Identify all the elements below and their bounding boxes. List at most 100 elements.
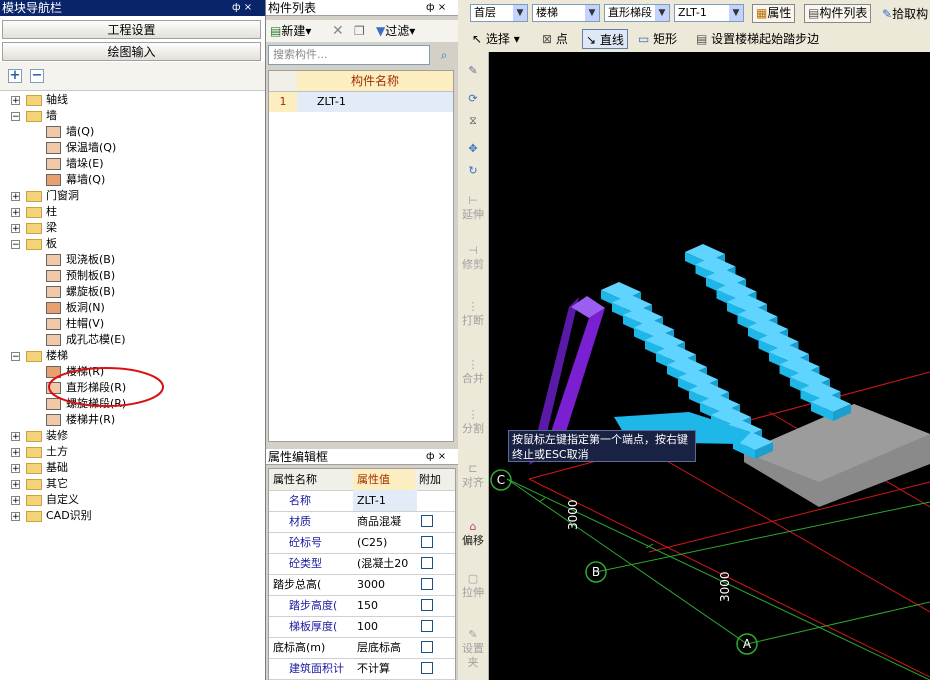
expand-icon[interactable]: + bbox=[11, 496, 20, 506]
drawing-input-button[interactable]: 绘图输入 bbox=[2, 42, 261, 61]
extra-checkbox[interactable] bbox=[421, 515, 433, 527]
tree-item[interactable]: 螺旋板(B) bbox=[0, 284, 265, 300]
tree-item[interactable]: + 基础 bbox=[0, 460, 265, 476]
property-row[interactable]: 底标高(m) 层底标高 bbox=[269, 637, 455, 659]
copy-icon[interactable]: ❐ bbox=[354, 21, 365, 41]
type-select[interactable]: 直形梯段 ▼ bbox=[604, 4, 670, 22]
tree-item[interactable]: 保温墙(Q) bbox=[0, 140, 265, 156]
set-grip-tool[interactable]: ✎ 设置夹 bbox=[458, 628, 488, 670]
tree-item[interactable]: 成孔芯模(E) bbox=[0, 332, 265, 348]
offset-tool[interactable]: ⌂ 偏移 bbox=[458, 520, 488, 548]
collapse-icon[interactable]: − bbox=[11, 240, 20, 250]
expand-icon[interactable]: + bbox=[11, 512, 20, 522]
tree-item[interactable]: + 装修 bbox=[0, 428, 265, 444]
pin-close-icon[interactable]: ф × bbox=[426, 449, 446, 465]
property-value[interactable]: 150 bbox=[353, 595, 417, 616]
tree-item[interactable]: + 其它 bbox=[0, 476, 265, 492]
tree-item[interactable]: 墙(Q) bbox=[0, 124, 265, 140]
rotate-icon[interactable]: ↻ bbox=[458, 164, 488, 178]
property-value[interactable]: (C25) bbox=[353, 532, 417, 553]
tree-item[interactable]: + 门窗洞 bbox=[0, 188, 265, 204]
expand-icon[interactable]: + bbox=[11, 96, 20, 106]
extra-checkbox[interactable] bbox=[421, 578, 433, 590]
property-row[interactable]: 梯板厚度(100 bbox=[269, 616, 455, 638]
extra-checkbox[interactable] bbox=[421, 620, 433, 632]
property-row[interactable]: 建筑面积计 不计算 bbox=[269, 658, 455, 680]
property-row[interactable]: 踏步高度(150 bbox=[269, 595, 455, 617]
tree-item[interactable]: − 板 bbox=[0, 236, 265, 252]
expand-icon[interactable]: + bbox=[11, 192, 20, 202]
mirror-icon[interactable]: ⧖ bbox=[458, 114, 488, 128]
move-icon[interactable]: ✥ bbox=[458, 142, 488, 156]
property-value[interactable]: 商品混凝 bbox=[353, 511, 417, 532]
extend-tool[interactable]: ⊢ 延伸 bbox=[458, 194, 488, 222]
tree-item[interactable]: 现浇板(B) bbox=[0, 252, 265, 268]
align-tool[interactable]: ⊏ 对齐 bbox=[458, 462, 488, 490]
search-icon[interactable]: ⌕ bbox=[434, 45, 454, 65]
rectangle-button[interactable]: ▭ 矩形 bbox=[638, 29, 677, 49]
pin-close-icon[interactable]: ф × bbox=[426, 0, 446, 16]
draw-icon[interactable]: ✎ bbox=[458, 64, 488, 78]
property-value[interactable]: 不计算 bbox=[353, 658, 417, 679]
tree-item[interactable]: + 土方 bbox=[0, 444, 265, 460]
add-icon[interactable]: + bbox=[8, 69, 22, 83]
select-button[interactable]: ↖ 选择 ▾ bbox=[472, 29, 520, 49]
rotate-copy-icon[interactable]: ⟳ bbox=[458, 92, 488, 106]
property-row[interactable]: 材质 商品混凝 bbox=[269, 511, 455, 533]
property-value[interactable]: ZLT-1 bbox=[353, 490, 417, 511]
expand-icon[interactable]: + bbox=[11, 224, 20, 234]
property-value[interactable]: (混凝土20 bbox=[353, 553, 417, 574]
property-row[interactable]: 砼标号 (C25) bbox=[269, 532, 455, 554]
remove-icon[interactable]: − bbox=[30, 69, 44, 83]
tree-item[interactable]: 楼梯井(R) bbox=[0, 412, 265, 428]
tree-item[interactable]: + 轴线 bbox=[0, 92, 265, 108]
project-settings-button[interactable]: 工程设置 bbox=[2, 20, 261, 39]
extra-checkbox[interactable] bbox=[421, 557, 433, 569]
set-stair-start-button[interactable]: ▤ 设置楼梯起始踏步边 bbox=[696, 29, 819, 49]
tree-item[interactable]: + 柱 bbox=[0, 204, 265, 220]
table-row[interactable]: ZLT-1 bbox=[297, 92, 453, 112]
extra-checkbox[interactable] bbox=[421, 536, 433, 548]
extra-checkbox[interactable] bbox=[421, 662, 433, 674]
expand-icon[interactable]: + bbox=[11, 480, 20, 490]
drawing-canvas[interactable]: C B A 3000 3000 按鼠标左键指定第一个端点，按右键终止或ESC取消 bbox=[489, 52, 930, 680]
tree-item[interactable]: + 梁 bbox=[0, 220, 265, 236]
expand-icon[interactable]: + bbox=[11, 432, 20, 442]
filter-button[interactable]: ▼过滤▾ bbox=[376, 21, 415, 41]
column-header-name[interactable]: 构件名称 bbox=[297, 71, 453, 92]
floor-select[interactable]: 首层 ▼ bbox=[470, 4, 528, 22]
property-row[interactable]: 名称 ZLT-1 bbox=[269, 490, 455, 512]
line-button[interactable]: ↘ 直线 bbox=[582, 29, 628, 49]
property-row[interactable]: 踏步总高(3000 bbox=[269, 574, 455, 596]
collapse-icon[interactable]: − bbox=[11, 352, 20, 362]
expand-icon[interactable]: + bbox=[11, 208, 20, 218]
property-row[interactable]: 砼类型 (混凝土20 bbox=[269, 553, 455, 575]
tree-item[interactable]: − 楼梯 bbox=[0, 348, 265, 364]
expand-icon[interactable]: + bbox=[11, 464, 20, 474]
split-tool[interactable]: ⋮ 分割 bbox=[458, 408, 488, 436]
extra-checkbox[interactable] bbox=[421, 599, 433, 611]
category-select[interactable]: 楼梯 ▼ bbox=[532, 4, 600, 22]
tree-item[interactable]: 柱帽(V) bbox=[0, 316, 265, 332]
property-value[interactable]: 层底标高 bbox=[353, 637, 417, 658]
tree-item[interactable]: 板洞(N) bbox=[0, 300, 265, 316]
property-value[interactable]: 3000 bbox=[353, 574, 417, 595]
break-tool[interactable]: ⋮ 打断 bbox=[458, 300, 488, 328]
tree-item[interactable]: + CAD识别 bbox=[0, 508, 265, 524]
expand-icon[interactable]: + bbox=[11, 448, 20, 458]
extra-checkbox[interactable] bbox=[421, 641, 433, 653]
property-value[interactable]: 100 bbox=[353, 616, 417, 637]
point-button[interactable]: ⊠ 点 bbox=[542, 29, 568, 49]
pin-close-icon[interactable]: ф × bbox=[232, 0, 252, 16]
attributes-button[interactable]: ▦属性 bbox=[752, 4, 796, 23]
delete-icon[interactable]: ✕ bbox=[332, 21, 344, 41]
stretch-tool[interactable]: ▢ 拉伸 bbox=[458, 572, 488, 600]
tree-item[interactable]: 幕墙(Q) bbox=[0, 172, 265, 188]
tree-item[interactable]: 墙垛(E) bbox=[0, 156, 265, 172]
new-button[interactable]: ▤新建▾ bbox=[270, 21, 311, 41]
tree-item[interactable]: − 墙 bbox=[0, 108, 265, 124]
collapse-icon[interactable]: − bbox=[11, 112, 20, 122]
trim-tool[interactable]: ⊣ 修剪 bbox=[458, 244, 488, 272]
component-list-button[interactable]: ▤构件列表 bbox=[804, 4, 872, 23]
merge-tool[interactable]: ⋮ 合并 bbox=[458, 358, 488, 386]
